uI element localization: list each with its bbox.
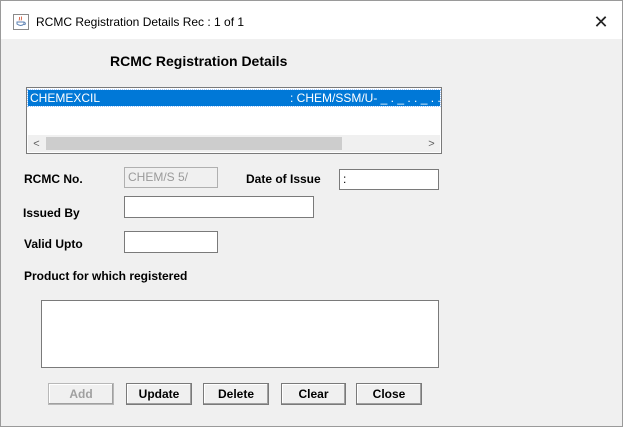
rcmc-dialog-window: RCMC Registration Details Rec : 1 of 1 ✕…: [0, 0, 623, 427]
registration-list[interactable]: CHEMEXCIL : CHEM/SSM/U- _ . _ . . _ . . …: [26, 87, 442, 154]
issued-by-field[interactable]: [124, 196, 314, 218]
scroll-left-arrow[interactable]: <: [28, 135, 45, 152]
close-button[interactable]: Close: [356, 383, 422, 405]
rcmc-no-label: RCMC No.: [24, 172, 83, 186]
list-item-rcmc-number: : CHEM/SSM/U- _ . _ . . _ . .: [290, 91, 441, 105]
scrollbar-thumb[interactable]: [46, 137, 342, 150]
window-close-button[interactable]: ✕: [589, 10, 613, 34]
clear-button[interactable]: Clear: [281, 383, 346, 405]
valid-upto-label: Valid Upto: [24, 237, 83, 251]
horizontal-scrollbar[interactable]: < >: [28, 135, 440, 152]
page-title: RCMC Registration Details: [110, 53, 288, 69]
java-cup-icon: [13, 14, 29, 30]
list-item[interactable]: CHEMEXCIL : CHEM/SSM/U- _ . _ . . _ . .: [27, 89, 441, 107]
valid-upto-field[interactable]: [124, 231, 218, 253]
product-label: Product for which registered: [24, 269, 188, 283]
title-bar[interactable]: RCMC Registration Details Rec : 1 of 1 ✕: [1, 1, 622, 39]
delete-button[interactable]: Delete: [203, 383, 269, 405]
scroll-right-arrow[interactable]: >: [423, 135, 440, 152]
update-button[interactable]: Update: [126, 383, 192, 405]
product-textarea[interactable]: [41, 300, 439, 368]
rcmc-no-field: CHEM/S 5/: [124, 167, 218, 188]
list-item-council: CHEMEXCIL: [30, 91, 101, 105]
issued-by-label: Issued By: [23, 206, 80, 220]
add-button: Add: [48, 383, 114, 405]
window-title: RCMC Registration Details Rec : 1 of 1: [36, 15, 245, 29]
date-of-issue-field[interactable]: :: [339, 169, 439, 190]
date-of-issue-label: Date of Issue: [246, 172, 321, 186]
